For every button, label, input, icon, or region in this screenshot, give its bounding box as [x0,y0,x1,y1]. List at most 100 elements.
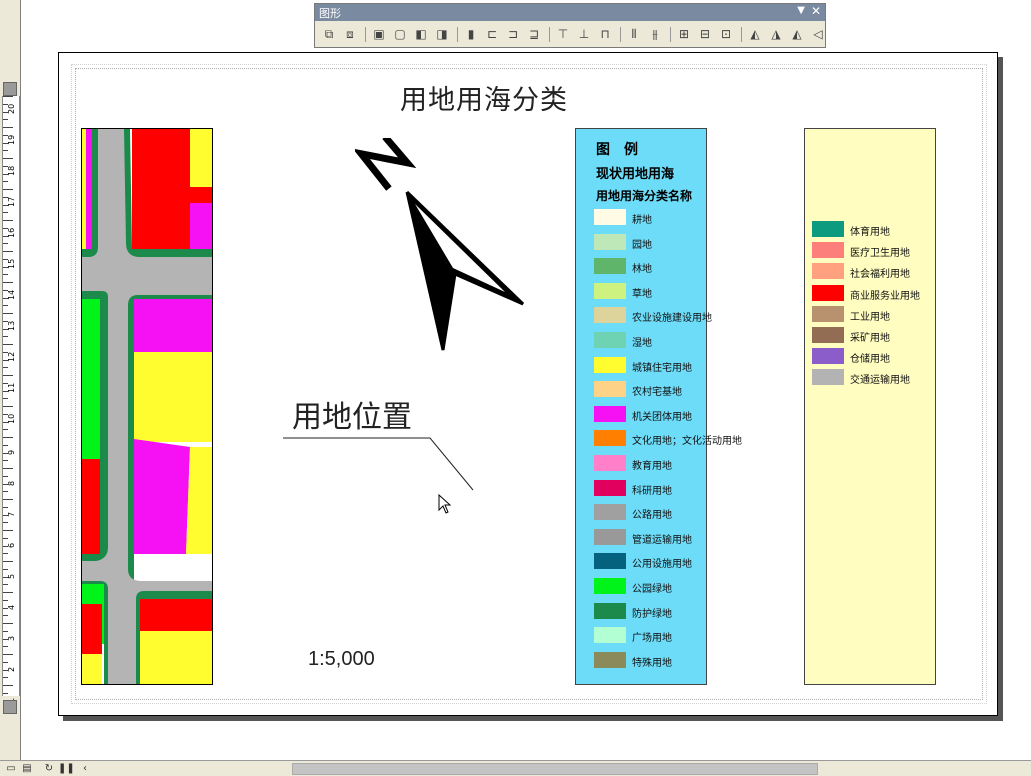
ruler-number: 17 [7,196,16,207]
ruler-tick [3,367,8,369]
ruler-tick [3,158,13,159]
legend-panel[interactable]: 图例 现状用地用海 用地用海分类名称 耕地 园地 林地 草地 农业设施建设用地 湿地 城镇住… [575,128,742,685]
toolbar-close-icon[interactable]: ✕ [811,4,821,18]
toolbar-separator [365,27,366,42]
legend-label: 防护绿地 [632,608,672,620]
legend-label: 耕地 [632,215,652,226]
legend-swatch [594,430,626,447]
send-backward-icon[interactable]: ◨ [434,25,450,43]
bring-to-front-icon[interactable]: ▣ [371,25,387,43]
ruler-tick [3,607,8,609]
scroll-left-icon[interactable]: ‹ [78,762,92,775]
ruler-tick [3,96,13,97]
align-right-icon[interactable]: ⊒ [526,25,542,43]
layout-view-icon[interactable]: ▤ [20,762,34,775]
toolbar-separator [670,27,671,42]
ruler-tick [3,142,8,144]
bring-forward-icon[interactable]: ◧ [413,25,429,43]
ruler-number: 16 [7,227,16,238]
graphics-toolbar[interactable]: 图形 ▼ ✕ ⧉ ⧈ ▣ ▢ ◧ ◨ ▮ ⊏ ⊐ ⊒ ⊤ ⊥ ⊓ ⫴ ⫵ ⊞ ⊟ ⊡ ◭ ◮ ◭ ◁ [314,3,826,48]
north-arrow-icon[interactable] [355,138,530,358]
ruler-tick [3,561,13,562]
ruler-tick [3,646,8,648]
legend-swatch [594,504,626,521]
ruler-number: 13 [7,320,16,331]
ungroup-icon[interactable]: ⧈ [342,25,358,43]
rotate-right-icon[interactable]: ◮ [768,25,784,43]
legend-swatch [594,553,626,570]
send-to-back-icon[interactable]: ▢ [392,25,408,43]
ruler-tick [3,654,13,655]
flip-horizontal-icon[interactable]: ◭ [789,25,805,43]
align-middle-icon[interactable]: ⊥ [576,25,592,43]
align-bottom-icon[interactable]: ⊓ [597,25,613,43]
align-top-icon[interactable]: ⊤ [555,25,571,43]
ruler-scroll-up-button[interactable] [3,82,17,96]
refresh-icon[interactable]: ↻ [42,762,56,775]
group-icon[interactable]: ⧉ [321,25,337,43]
scale-text[interactable]: 1:5,000 [308,648,375,671]
legend-swatch [594,602,626,619]
horizontal-scrollbar-thumb[interactable] [292,763,818,775]
data-view-icon[interactable]: ▭ [4,762,18,775]
align-left-edge-icon[interactable]: ▮ [463,25,479,43]
ruler-tick [3,173,8,175]
distribute-vertical-icon[interactable]: ⫵ [647,25,663,43]
make-same-height-icon[interactable]: ⊡ [718,25,734,43]
map-residential-strip-top-left [82,129,86,249]
legend-label: 医疗卫生用地 [850,248,910,260]
legend-label: 机关团体用地 [632,411,692,423]
align-left-icon[interactable]: ⊏ [484,25,500,43]
toolbar-dropdown-icon[interactable]: ▼ [797,5,805,16]
pause-icon[interactable]: ❚❚ [58,762,75,775]
legend-label: 农村宅基地 [632,387,682,399]
toolbar-titlebar[interactable]: 图形 ▼ ✕ [315,4,825,21]
ruler-tick [3,235,8,237]
legend-swatch [812,242,844,259]
legend-label: 公路用地 [632,510,672,522]
ruler-number: 8 [7,480,16,486]
map-frame[interactable] [81,128,213,685]
ruler-tick [3,406,13,407]
ruler-tick [3,336,8,338]
legend-swatch [812,369,844,386]
ruler-tick [3,475,8,477]
ruler-tick [3,344,13,345]
align-center-icon[interactable]: ⊐ [505,25,521,43]
make-same-size-icon[interactable]: ⊞ [676,25,692,43]
map-institution-block-mid [134,297,212,352]
map-commercial-bottom-left [82,604,102,654]
ruler-number: 9 [7,449,16,455]
distribute-horizontal-icon[interactable]: ⫴ [626,25,642,43]
legend-swatch [812,263,844,280]
ruler-number: 12 [7,351,16,362]
location-leader-line [283,437,474,491]
legend-swatch [594,651,626,668]
ruler-tick [3,599,8,601]
legend-label: 采矿用地 [850,333,890,344]
legend-subtitle: 现状用地用海 [596,167,675,182]
legend-label: 仓储用地 [850,354,890,366]
rotate-left-icon[interactable]: ◭ [747,25,763,43]
location-label[interactable]: 用地位置 [292,392,412,436]
legend-swatch [594,356,626,373]
ruler-track: 2019181716151413121110987654321 [2,96,20,710]
ruler-tick [3,181,8,183]
map-title[interactable]: 用地用海分类 [400,78,568,117]
legend-label: 管道运输用地 [632,534,692,546]
toolbar-separator [741,27,742,42]
ruler-tick [3,483,8,485]
flip-vertical-icon[interactable]: ◁ [810,25,826,43]
ruler-scroll-down-button[interactable] [3,700,17,714]
vertical-ruler: 2019181716151413121110987654321 [0,0,21,760]
ruler-tick [3,413,8,415]
legend-label: 林地 [632,264,652,276]
make-same-width-icon[interactable]: ⊟ [697,25,713,43]
ruler-tick [3,444,8,446]
ruler-tick [3,514,8,516]
ruler-tick [3,638,8,640]
map-commercial-block-top [132,129,190,249]
legend-panel-continued[interactable]: 体育用地 医疗卫生用地 社会福利用地 商业服务业用地 工业用地 采矿用地 仓储用地 交通运输用… [804,128,936,685]
legend-swatch [812,284,844,301]
ruler-tick [3,266,8,268]
